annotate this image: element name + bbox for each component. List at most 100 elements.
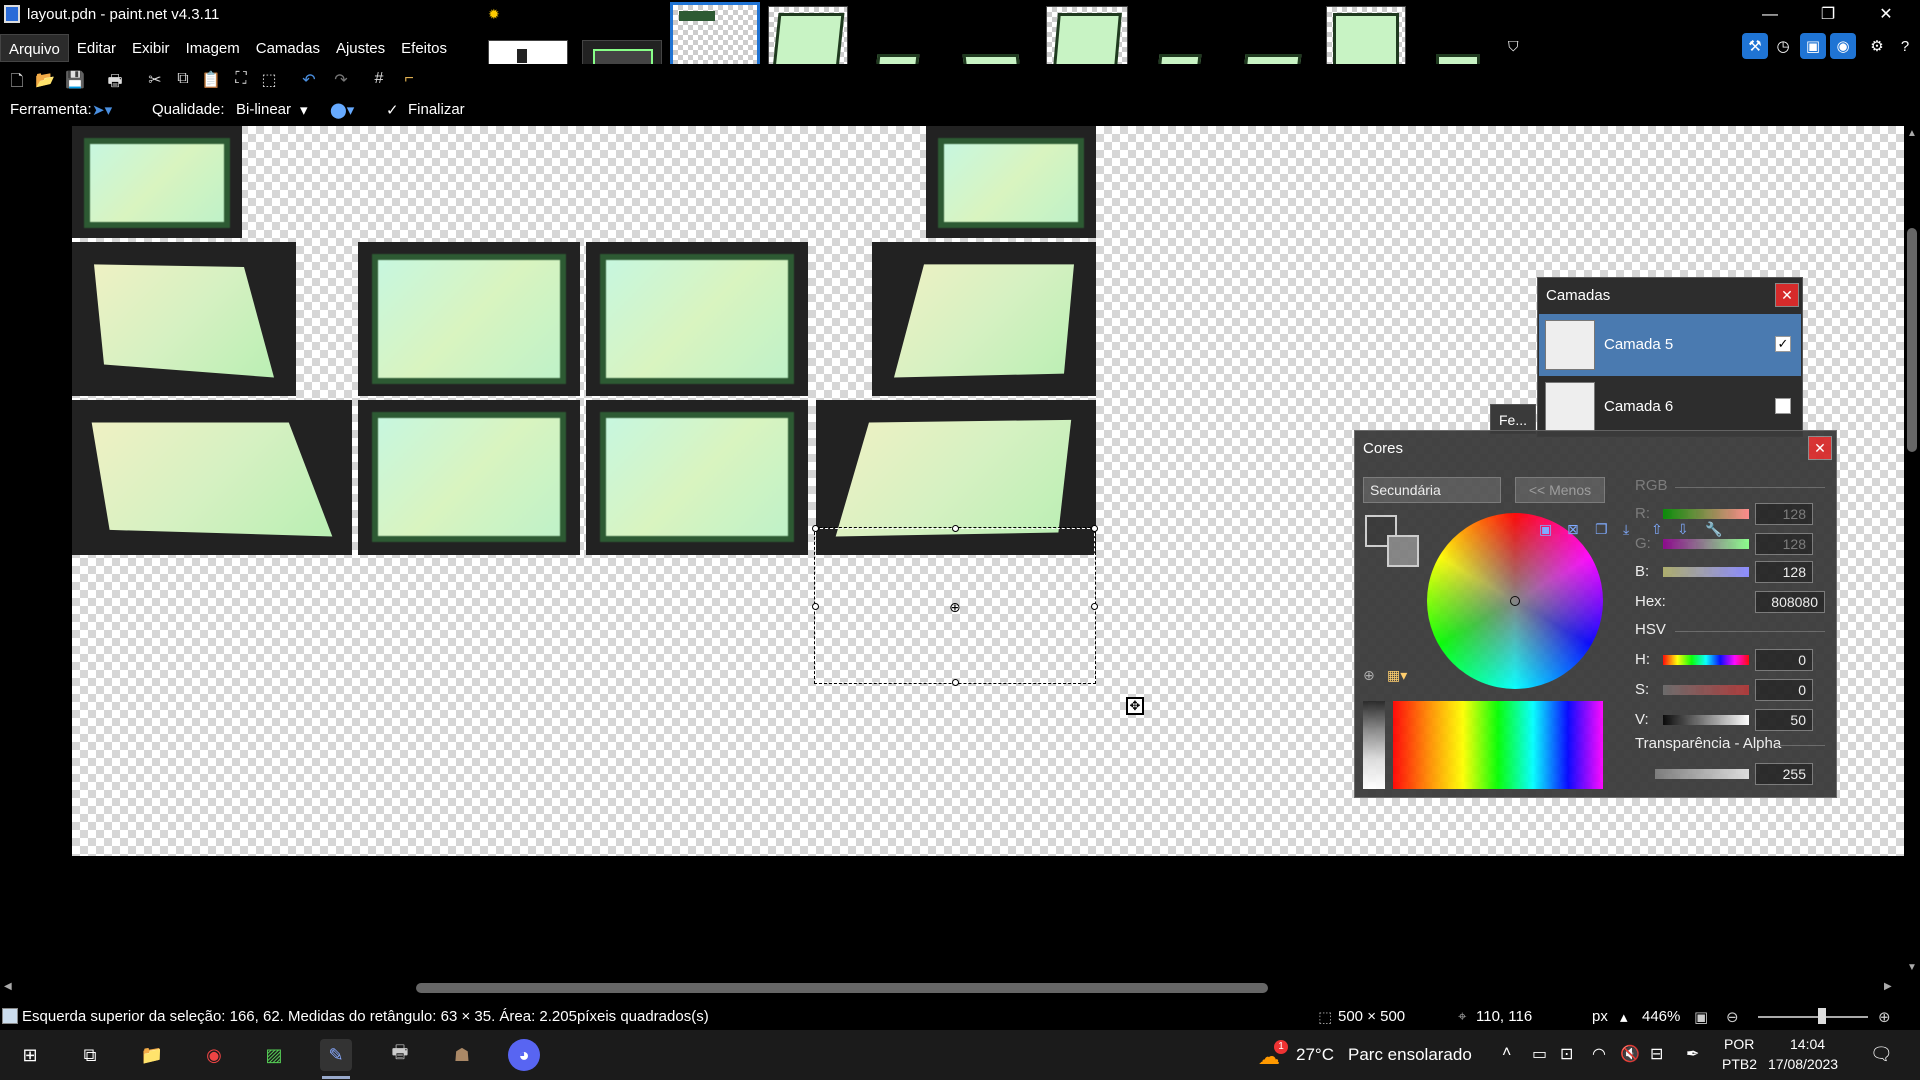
blend-mode-icon[interactable]: ⬤▾ [330,101,354,119]
move-selection-tool-icon[interactable]: ➤▾ [92,101,112,119]
secondary-color-swatch[interactable] [1387,535,1419,567]
printer-app-icon[interactable]: 🖶 [384,1039,416,1071]
layer-properties-icon[interactable]: 🔧 [1705,521,1727,541]
task-view-icon[interactable]: ⧉ [74,1039,106,1071]
open-file-icon[interactable]: 📂 [34,70,56,90]
selection-handle[interactable] [812,603,819,610]
zoom-out-icon[interactable]: ⊖ [1726,1008,1739,1026]
crop-icon[interactable]: ⛶ [230,70,252,90]
move-layer-down-icon[interactable]: ⇩ [1677,521,1699,541]
tools-window-icon[interactable]: ⚒ [1742,33,1768,59]
layer-visibility-checkbox[interactable] [1775,398,1791,414]
weather-desc[interactable]: Parc ensolarado [1348,1045,1472,1065]
chevron-down-icon[interactable]: ▾ [300,101,308,119]
history-window-icon[interactable]: ◷ [1770,33,1796,59]
pen-icon[interactable]: ✒ [1686,1044,1699,1064]
game-app-icon[interactable]: ☗ [446,1039,478,1071]
zoom-slider[interactable] [1758,1016,1868,1018]
menu-efeitos[interactable]: Efeitos [393,34,455,62]
save-icon[interactable]: 💾 [64,70,86,90]
selection-handle[interactable] [1091,603,1098,610]
copy-icon[interactable]: ⧉ [172,70,194,90]
add-layer-icon[interactable]: ▣ [1539,521,1561,541]
restore-button[interactable]: ❐ [1806,2,1850,28]
less-button[interactable]: << Menos [1515,477,1605,503]
vertical-scrollbar[interactable]: ▲ ▼ [1904,124,1920,980]
hex-input[interactable]: 808080 [1755,591,1825,613]
unit-chevron-up-icon[interactable]: ▴ [1620,1008,1628,1026]
color-target-select[interactable]: Secundária [1363,477,1501,503]
zoom-in-icon[interactable]: ⊕ [1878,1008,1891,1026]
tray-chevron-up-icon[interactable]: ˄ [1502,1044,1511,1062]
zoom-fit-icon[interactable]: ▣ [1694,1008,1708,1026]
g-slider[interactable] [1663,539,1749,549]
add-palette-color-icon[interactable]: ⊕ [1363,667,1375,684]
delete-layer-icon[interactable]: ⊠ [1567,521,1589,541]
unit-selector[interactable]: px [1592,1008,1608,1025]
duplicate-layer-icon[interactable]: ❐ [1595,521,1617,541]
colors-close-icon[interactable]: ✕ [1808,436,1832,460]
close-button[interactable]: ✕ [1864,2,1908,28]
volume-muted-icon[interactable]: 🔇 [1620,1044,1640,1064]
h-slider[interactable] [1663,655,1749,665]
print-icon[interactable]: 🖶 [104,70,126,90]
tabs-overflow-icon[interactable]: ⛉ [1508,38,1519,55]
b-input[interactable]: 128 [1755,561,1813,583]
quality-dropdown[interactable]: Bi-linear [236,101,291,118]
layer-row-camada-6[interactable]: Camada 6 [1539,376,1801,438]
menu-exibir[interactable]: Exibir [124,34,178,62]
layer-visibility-checkbox[interactable]: ✓ [1775,336,1791,352]
g-input[interactable]: 128 [1755,533,1813,555]
redo-icon[interactable]: ↷ [330,70,352,90]
vertical-scroll-thumb[interactable] [1907,228,1917,452]
layer-row-camada-5[interactable]: Camada 5 ✓ [1539,314,1801,376]
b-slider[interactable] [1663,567,1749,577]
battery-icon[interactable]: ▭ [1532,1044,1547,1064]
minimize-button[interactable]: — [1748,2,1792,28]
colors-window-icon[interactable]: ◉ [1830,33,1856,59]
horizontal-scrollbar[interactable]: ◀ ▶ [0,980,1904,996]
weather-temp[interactable]: 27°C [1296,1045,1334,1065]
scroll-up-icon[interactable]: ▲ [1907,128,1917,139]
alpha-slider[interactable] [1655,769,1749,779]
r-slider[interactable] [1663,509,1749,519]
s-input[interactable]: 0 [1755,679,1813,701]
selection-handle[interactable] [952,525,959,532]
v-slider[interactable] [1663,715,1749,725]
wifi-icon[interactable]: ◠ [1592,1044,1606,1064]
help-icon[interactable]: ? [1892,33,1918,59]
cut-icon[interactable]: ✂ [144,70,166,90]
chrome-icon[interactable]: ◉ [198,1039,230,1071]
scroll-down-icon[interactable]: ▼ [1907,962,1917,973]
horizontal-scroll-thumb[interactable] [416,983,1268,993]
finalize-button[interactable]: Finalizar [408,101,465,118]
grayscale-palette[interactable] [1363,701,1385,789]
usb-device-icon[interactable]: ⊟ [1650,1044,1663,1064]
grid-icon[interactable]: # [368,70,390,90]
selection-handle[interactable] [812,525,819,532]
selection-handle[interactable] [952,679,959,686]
scroll-right-icon[interactable]: ▶ [1884,981,1892,992]
r-input[interactable]: 128 [1755,503,1813,525]
zoom-slider-thumb[interactable] [1818,1008,1826,1024]
alpha-input[interactable]: 255 [1755,763,1813,785]
v-input[interactable]: 50 [1755,709,1813,731]
new-file-icon[interactable]: 🗋 [6,70,28,90]
layers-close-icon[interactable]: ✕ [1775,283,1799,307]
paintnet-taskbar-icon[interactable]: ✎ [320,1039,352,1071]
color-palette[interactable] [1393,701,1603,789]
h-input[interactable]: 0 [1755,649,1813,671]
paste-icon[interactable]: 📋 [200,70,222,90]
layers-window-icon[interactable]: ▣ [1800,33,1826,59]
keyboard-layout[interactable]: PTB2 [1722,1056,1757,1072]
scroll-left-icon[interactable]: ◀ [4,981,12,992]
notifications-icon[interactable]: 🗨 [1870,1044,1893,1065]
s-slider[interactable] [1663,685,1749,695]
settings-gear-icon[interactable]: ⚙ [1864,33,1890,59]
palette-menu-icon[interactable]: ▦▾ [1387,667,1407,684]
menu-arquivo[interactable]: Arquivo [0,34,69,62]
menu-camadas[interactable]: Camadas [248,34,328,62]
language-code[interactable]: POR [1724,1036,1754,1052]
undo-icon[interactable]: ↶ [298,70,320,90]
file-explorer-icon[interactable]: 📁 [136,1039,168,1071]
